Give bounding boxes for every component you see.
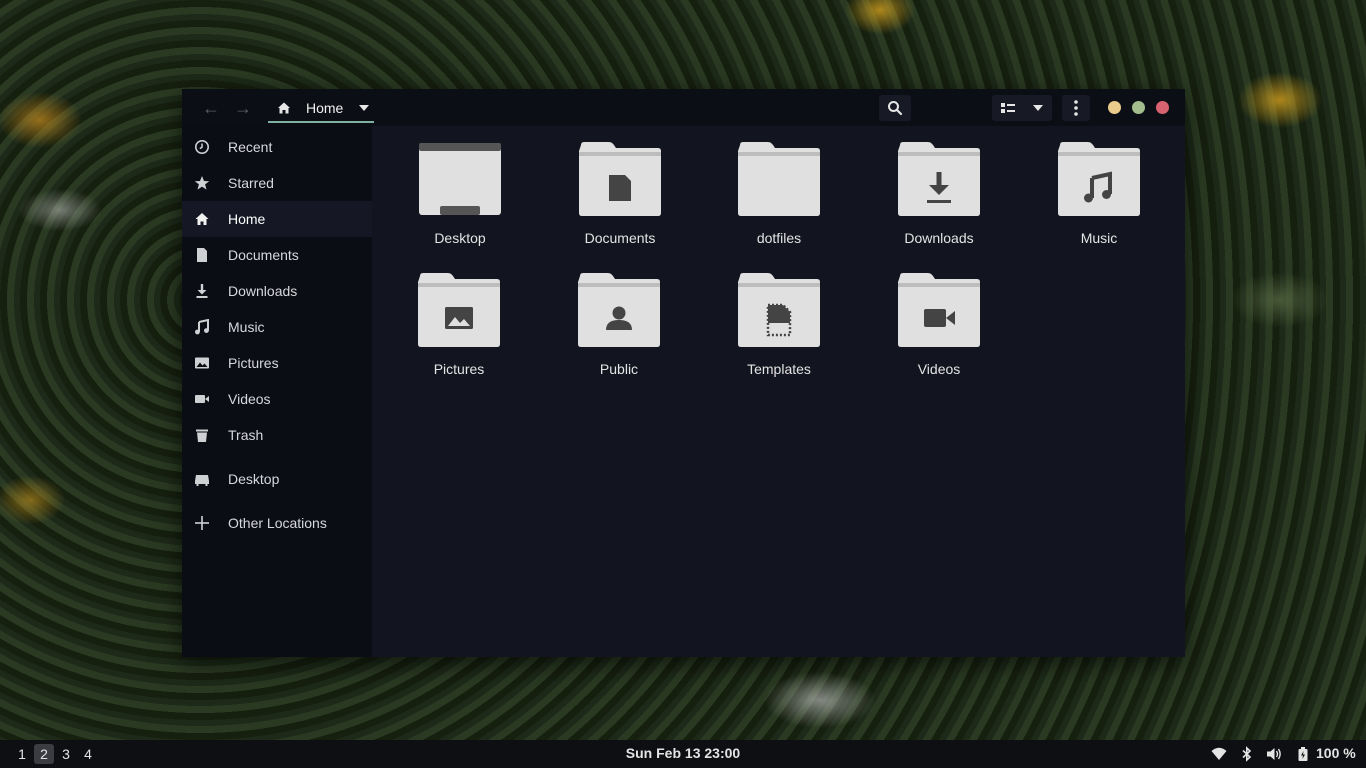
sidebar: Recent Starred Home Documents Downloads … (182, 126, 372, 657)
arrow-right-icon: → (234, 97, 252, 118)
music-folder-icon (1058, 142, 1140, 216)
file-item-public[interactable]: Public (553, 249, 683, 377)
file-item-label: Templates (747, 361, 811, 377)
video-icon (195, 395, 209, 403)
sidebar-item-trash[interactable]: Trash (182, 417, 372, 453)
sidebar-item-downloads[interactable]: Downloads (182, 273, 372, 309)
file-item-label: Public (599, 361, 639, 377)
file-item-label: Documents (584, 230, 656, 246)
sidebar-item-home[interactable]: Home (182, 201, 372, 237)
file-item-documents[interactable]: Documents (554, 118, 684, 246)
workspace-1-button[interactable]: 1 (12, 744, 32, 764)
battery-percentage: 100 % (1316, 745, 1356, 761)
sidebar-item-label: Other Locations (228, 515, 327, 531)
file-item-pictures[interactable]: Pictures (393, 249, 523, 377)
videos-folder-icon (898, 273, 980, 347)
wifi-icon[interactable] (1211, 746, 1227, 762)
trash-icon (196, 429, 208, 442)
sidebar-item-other-locations[interactable]: Other Locations (182, 505, 372, 541)
downloads-folder-icon (898, 142, 980, 216)
sidebar-item-label: Trash (228, 427, 264, 443)
pictures-folder-icon (418, 273, 500, 347)
file-item-videos[interactable]: Videos (873, 249, 1003, 377)
templates-folder-icon (738, 273, 820, 347)
file-item-label: Pictures (433, 361, 485, 377)
sidebar-item-label: Documents (228, 247, 299, 263)
file-item-label: Videos (917, 361, 961, 377)
sidebar-item-starred[interactable]: Starred (182, 165, 372, 201)
battery-icon[interactable] (1295, 746, 1311, 762)
sidebar-item-label: Recent (228, 139, 273, 155)
star-icon (194, 176, 210, 190)
close-button[interactable] (1156, 101, 1169, 114)
sidebar-item-label: Music (228, 319, 265, 335)
file-grid: Desktop Documents dotfiles Downloads Mus… (372, 126, 1185, 657)
file-item-templates[interactable]: Templates (713, 249, 843, 377)
drive-icon (195, 475, 209, 486)
clock[interactable]: Sun Feb 13 23:00 (600, 745, 766, 761)
bluetooth-icon[interactable] (1239, 746, 1255, 762)
sidebar-item-label: Home (228, 211, 266, 227)
file-item-label: dotfiles (756, 230, 802, 246)
workspace-4-button[interactable]: 4 (78, 744, 98, 764)
sidebar-item-documents[interactable]: Documents (182, 237, 372, 273)
desktop-folder-icon (419, 143, 501, 215)
path-label: Home (306, 100, 344, 116)
file-item-label: Desktop (434, 230, 486, 246)
forward-button[interactable]: → (228, 95, 258, 121)
clock-icon (195, 140, 209, 154)
sidebar-item-music[interactable]: Music (182, 309, 372, 345)
documents-folder-icon (579, 142, 661, 216)
chevron-down-icon (1033, 105, 1043, 111)
workspace-2-button[interactable]: 2 (34, 744, 54, 764)
sidebar-item-label: Downloads (228, 283, 298, 299)
sidebar-item-label: Pictures (228, 355, 279, 371)
minimize-button[interactable] (1108, 101, 1121, 114)
file-item-label: Downloads (904, 230, 974, 246)
file-item-label: Music (1080, 230, 1118, 246)
home-icon (195, 213, 209, 225)
music-icon (195, 319, 209, 335)
sidebar-item-label: Desktop (228, 471, 280, 487)
file-item-downloads[interactable]: Downloads (873, 118, 1003, 246)
sidebar-item-label: Videos (228, 391, 271, 407)
file-item-desktop[interactable]: Desktop (394, 118, 524, 246)
sidebar-item-pictures[interactable]: Pictures (182, 345, 372, 381)
back-button[interactable]: ← (196, 95, 226, 121)
chevron-down-icon[interactable] (358, 103, 370, 113)
sidebar-item-recent[interactable]: Recent (182, 129, 372, 165)
download-icon (196, 284, 208, 298)
path-bar-home-button[interactable]: Home (268, 95, 374, 123)
file-item-dotfiles[interactable]: dotfiles (713, 118, 843, 246)
workspace-3-button[interactable]: 3 (56, 744, 76, 764)
public-folder-icon (578, 273, 660, 347)
file-item-music[interactable]: Music (1033, 118, 1163, 246)
file-manager-window: ← → Home Recent Starred Home Documents D… (182, 89, 1185, 657)
maximize-button[interactable] (1132, 101, 1145, 114)
search-icon (888, 101, 903, 116)
sidebar-item-label: Starred (228, 175, 274, 191)
document-icon (197, 248, 207, 262)
sidebar-item-videos[interactable]: Videos (182, 381, 372, 417)
image-icon (195, 357, 209, 369)
home-icon (278, 102, 290, 114)
sidebar-item-desktop-drive[interactable]: Desktop (182, 461, 372, 497)
folder-icon (738, 142, 820, 216)
kebab-menu-icon (1074, 100, 1078, 116)
list-view-icon (1001, 103, 1015, 113)
arrow-left-icon: ← (202, 97, 220, 118)
taskbar: 1 2 3 4 Sun Feb 13 23:00 100 % (0, 740, 1366, 768)
plus-icon (195, 516, 209, 530)
volume-icon[interactable] (1266, 746, 1282, 762)
